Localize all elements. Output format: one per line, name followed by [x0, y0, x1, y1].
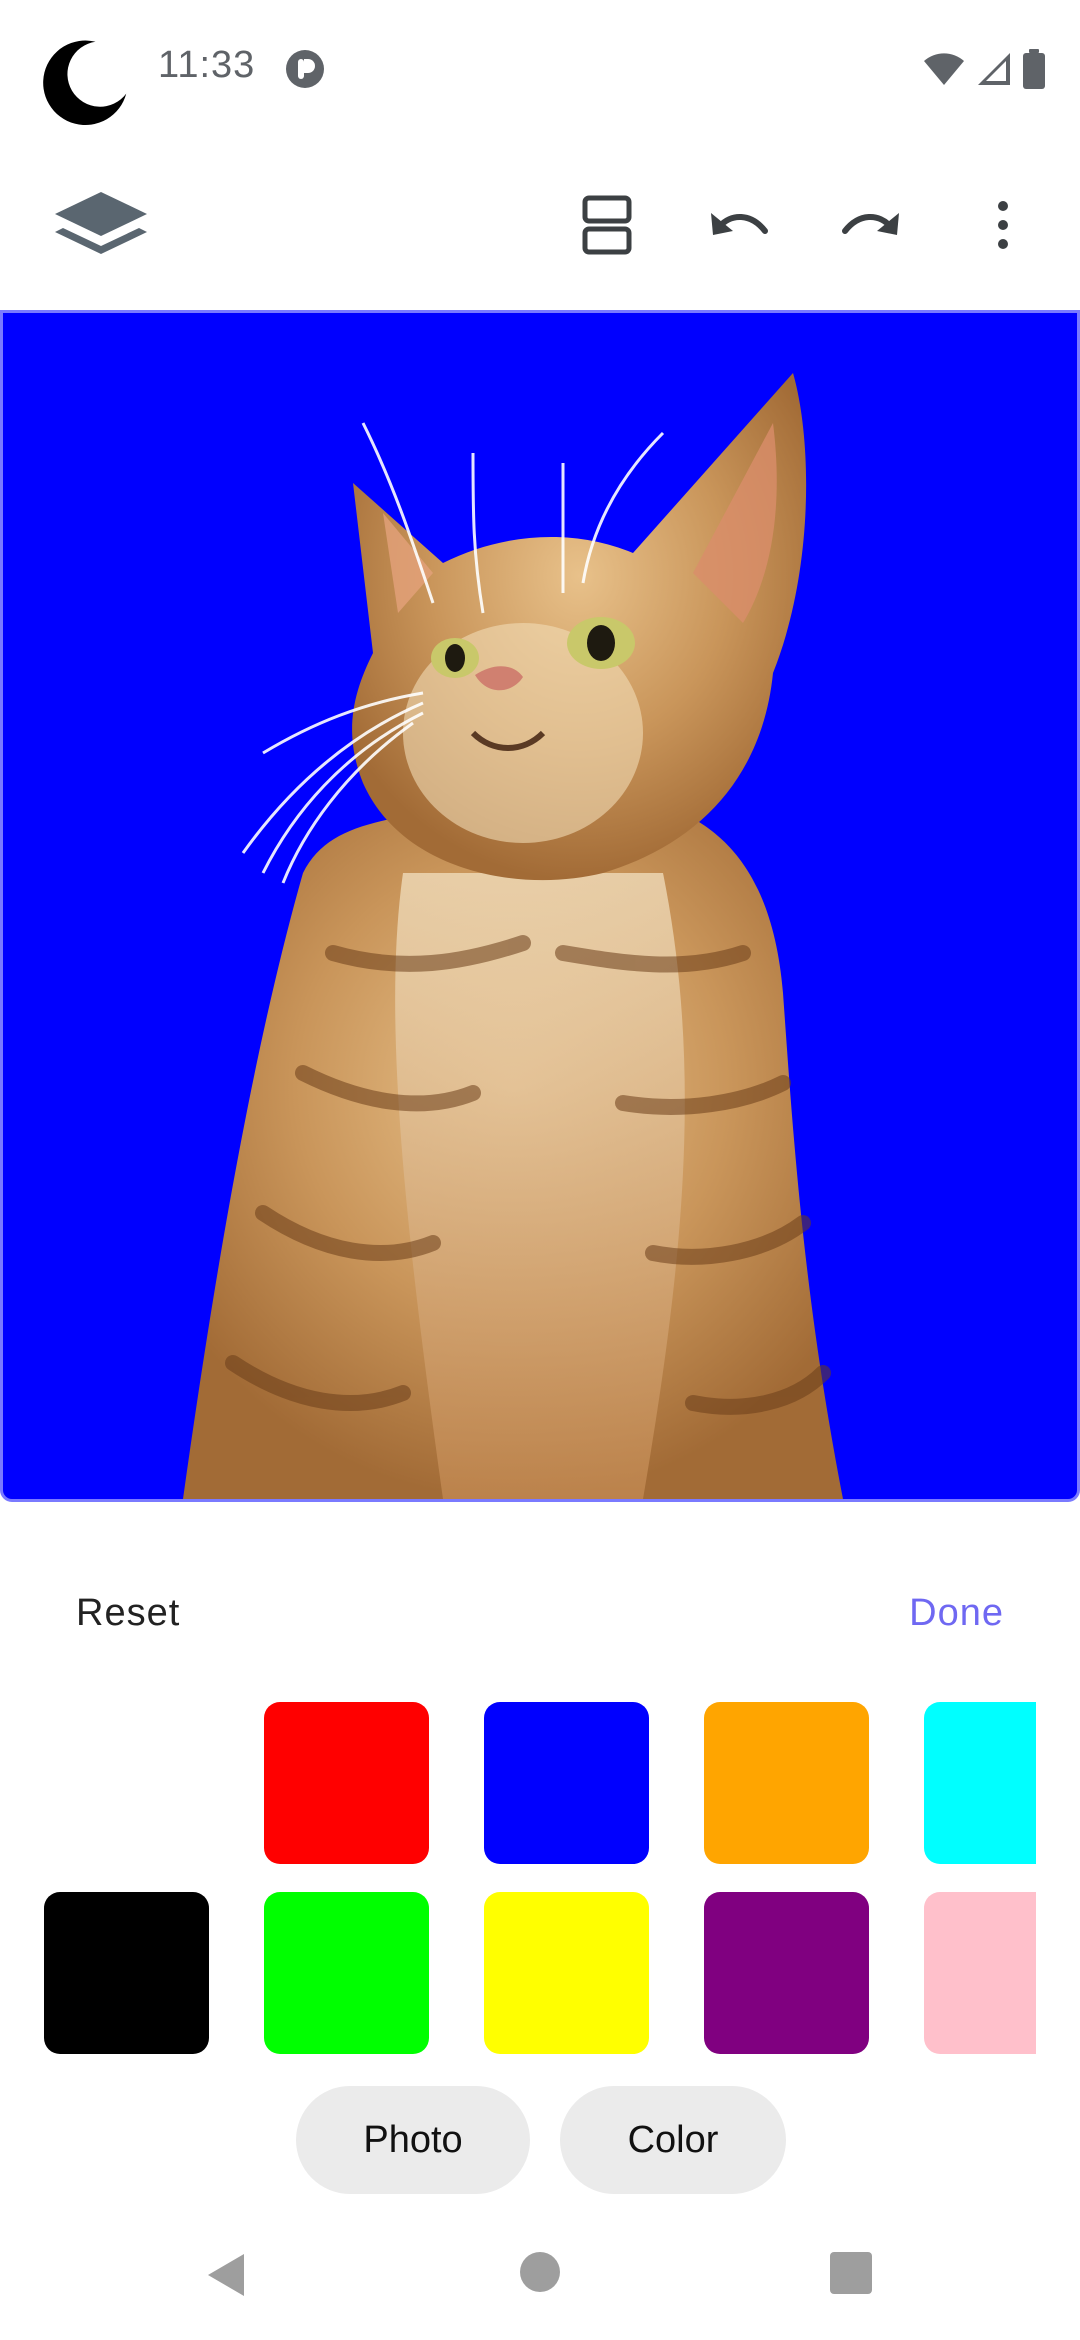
- photo-tab-label: Photo: [363, 2118, 463, 2161]
- signal-icon: [978, 53, 1010, 85]
- photo-tab-button[interactable]: Photo: [296, 2086, 530, 2194]
- swatch-transparent[interactable]: [44, 1702, 209, 1864]
- home-icon[interactable]: [520, 2252, 560, 2292]
- battery-icon: [1023, 49, 1045, 89]
- swatch-blue[interactable]: [484, 1702, 649, 1864]
- top-toolbar: [0, 170, 1080, 280]
- swatch-black[interactable]: [44, 1892, 209, 2054]
- swatch-pink[interactable]: [924, 1892, 1036, 2054]
- moon-icon: [43, 40, 127, 126]
- color-tab-label: Color: [627, 2118, 719, 2161]
- swatch-orange[interactable]: [704, 1702, 869, 1864]
- swatch-yellow[interactable]: [484, 1892, 649, 2054]
- more-options-button[interactable]: [948, 170, 1058, 280]
- more-vert-icon: [998, 201, 1008, 249]
- swatch-cyan[interactable]: [924, 1702, 1036, 1864]
- back-icon[interactable]: [204, 2250, 248, 2300]
- undo-button[interactable]: [684, 170, 794, 280]
- cat-image: [183, 373, 843, 1499]
- status-time: 11:33: [158, 44, 256, 86]
- swatch-green[interactable]: [264, 1892, 429, 2054]
- wifi-icon: [924, 53, 964, 85]
- swatch-red[interactable]: [264, 1702, 429, 1864]
- layers-icon: [55, 192, 147, 254]
- system-nav-bar: [0, 2220, 1080, 2340]
- split-view-button[interactable]: [552, 170, 662, 280]
- notification-icon: [286, 50, 324, 88]
- swatch-purple[interactable]: [704, 1892, 869, 2054]
- status-icons: [922, 48, 1046, 90]
- redo-button[interactable]: [816, 170, 926, 280]
- layers-button[interactable]: [46, 170, 156, 280]
- screen: 11:33 Reset Done Photo Color: [0, 0, 1080, 2340]
- done-button[interactable]: Done: [909, 1592, 1004, 1635]
- recents-icon[interactable]: [830, 2252, 872, 2294]
- redo-icon: [842, 213, 899, 235]
- reset-button[interactable]: Reset: [76, 1592, 180, 1635]
- status-bar: 11:33: [0, 0, 1080, 140]
- image-canvas[interactable]: [0, 310, 1080, 1502]
- split-view-icon: [582, 195, 632, 255]
- color-tab-button[interactable]: Color: [560, 2086, 786, 2194]
- undo-icon: [711, 213, 768, 235]
